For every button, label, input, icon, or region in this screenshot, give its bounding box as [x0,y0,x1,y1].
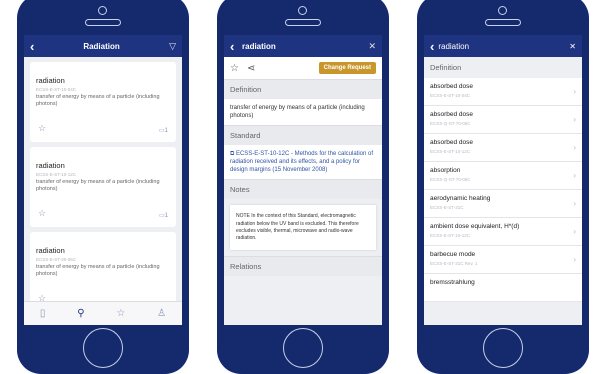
filter-icon[interactable]: ▽ [169,41,176,52]
term-title: absorbed dose [430,111,474,118]
section-header-definition: Definition [224,79,382,99]
standard-link[interactable]: ⧉ ECSS-E-ST-10-12C - Methods for the cal… [224,145,382,180]
back-chevron-icon[interactable]: ‹ [230,40,242,53]
close-icon[interactable]: ✕ [368,41,376,52]
nav-bar: ‹ radiation ✕ [224,35,382,57]
section-header-notes: Notes [224,179,382,200]
chevron-right-icon: › [573,171,576,180]
screen-term-detail: ‹ radiation ✕ ☆ ⋖ Change Request Definit… [224,35,382,325]
speaker-icon [485,19,521,26]
search-bar: ‹ radiation ✕ [424,35,582,57]
chevron-right-icon: › [573,143,576,152]
screen-autocomplete: ‹ radiation ✕ Definition absorbed dose EC… [424,35,582,325]
definition-text: transfer of energy by means of a particl… [224,99,382,126]
result-card[interactable]: radiation ECSS-E-ST-20-06C transfer of e… [30,232,176,312]
term-code: ECSS-E-ST-20-06C [36,257,77,262]
close-icon[interactable]: ✕ [569,42,576,51]
speaker-icon [285,19,321,26]
phone-frame-middle: ‹ radiation ✕ ☆ ⋖ Change Request Definit… [217,0,389,374]
chevron-right-icon: › [573,199,576,208]
section-header-relations: Relations [224,256,382,277]
phone-frame-left: ‹ Radiation ▽ radiation ECSS-E-ST-10-04C… [17,0,189,374]
term-description: transfer of energy by means of a particl… [36,179,160,193]
document-icon[interactable]: ▭1 [159,127,168,134]
profile-tab-icon[interactable]: ♙ [157,308,166,319]
list-item[interactable]: absorbed dose ECSS-E-ST-10-12C › [424,134,582,162]
standard-link-text[interactable]: ECSS-E-ST-10-12C - Methods for the calcu… [230,151,373,173]
term-code: ECSS-E-ST-31C [430,205,464,210]
home-button-icon[interactable] [83,328,123,368]
search-tab-icon[interactable]: ⚲ [77,308,84,319]
term-title: barbecue mode [430,251,476,258]
camera-icon [298,6,307,15]
term-title: absorbed dose [430,139,474,146]
screen-search-results: ‹ Radiation ▽ radiation ECSS-E-ST-10-04C… [24,35,182,325]
term-title: radiation [36,161,65,170]
home-button-icon[interactable] [283,328,323,368]
star-icon[interactable]: ☆ [38,123,46,134]
term-title: bremsstrahlung [430,279,475,286]
list-item[interactable]: aerodynamic heating ECSS-E-ST-31C › [424,190,582,218]
document-count: 1 [164,128,168,134]
star-icon[interactable]: ☆ [230,63,239,74]
documents-tab-icon[interactable]: ▯ [40,308,46,319]
back-chevron-icon[interactable]: ‹ [30,40,42,53]
term-code: ECSS-E-ST-31C Rev. 1 [430,261,478,266]
tab-bar: ▯ ⚲ ☆ ♙ [24,301,182,325]
note-text: NOTE In the context of this Standard, el… [230,205,376,251]
term-title: radiation [36,76,65,85]
result-card[interactable]: radiation ECSS-E-ST-10-04C transfer of e… [30,62,176,142]
section-header-definition: Definition [424,57,582,78]
term-code: ECSS-E-ST-10-12C [430,149,471,154]
page-title: Radiation [83,41,120,51]
term-code: ECSS-E-ST-10-12C [430,233,471,238]
back-chevron-icon[interactable]: ‹ [430,39,434,54]
chevron-right-icon: › [573,255,576,264]
list-item[interactable]: barbecue mode ECSS-E-ST-31C Rev. 1 › [424,246,582,274]
term-title: radiation [36,246,65,255]
chevron-right-icon: › [573,227,576,236]
term-code: ECSS-Q-ST-70-06C [430,121,471,126]
list-item[interactable]: absorbed dose ECSS-E-ST-10-04C › [424,78,582,106]
share-icon[interactable]: ⋖ [247,63,255,74]
term-description: transfer of energy by means of a particl… [36,94,160,108]
term-title: aerodynamic heating [430,195,491,202]
list-item[interactable]: absorbed dose ECSS-Q-ST-70-06C › [424,106,582,134]
result-card[interactable]: radiation ECSS-E-ST-10-12C transfer of e… [30,147,176,227]
term-code: ECSS-E-ST-10-04C [36,87,77,92]
document-icon[interactable]: ▭1 [159,212,168,219]
term-code: ECSS-E-ST-10-04C [430,93,471,98]
home-button-icon[interactable] [483,328,523,368]
search-input[interactable]: radiation [438,42,469,51]
list-item[interactable]: ambient dose equivalent, H*(d) ECSS-E-ST-… [424,218,582,246]
term-code: ECSS-Q-ST-70-06C [430,177,471,182]
list-item[interactable]: absorption ECSS-Q-ST-70-06C › [424,162,582,190]
camera-icon [498,6,507,15]
term-description: transfer of energy by means of a particl… [36,264,160,278]
document-count: 1 [164,213,168,219]
section-header-standard: Standard [224,125,382,146]
term-title: absorption [430,167,461,174]
term-title: absorbed dose [430,83,474,90]
phone-frame-right: ‹ radiation ✕ Definition absorbed dose EC… [417,0,589,374]
favorites-tab-icon[interactable]: ☆ [116,308,125,319]
nav-bar: ‹ Radiation ▽ [24,35,182,57]
term-title: ambient dose equivalent, H*(d) [430,223,520,230]
camera-icon [98,6,107,15]
action-bar: ☆ ⋖ Change Request [224,57,382,79]
term-code: ECSS-E-ST-10-12C [36,172,77,177]
chevron-right-icon: › [573,87,576,96]
chevron-right-icon: › [573,115,576,124]
speaker-icon [85,19,121,26]
star-icon[interactable]: ☆ [38,208,46,219]
list-item[interactable]: bremsstrahlung [424,274,582,302]
change-request-button[interactable]: Change Request [318,62,376,74]
page-title: radiation [242,41,276,51]
